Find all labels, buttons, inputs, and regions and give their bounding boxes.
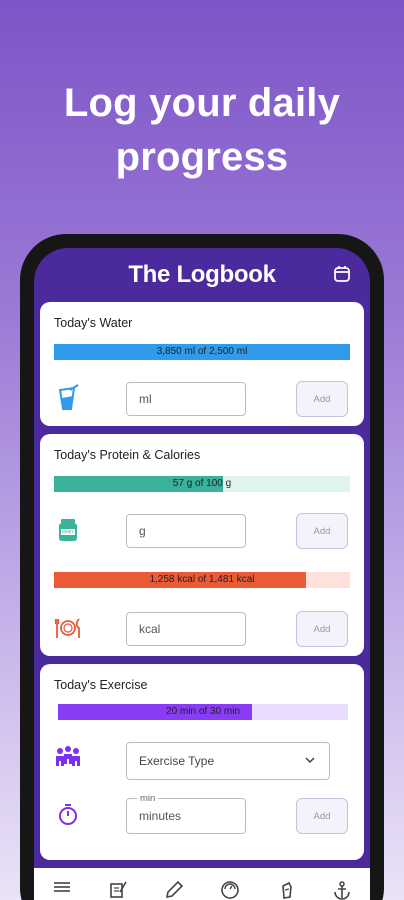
menu-icon — [54, 882, 70, 892]
headline-line-2: progress — [115, 135, 289, 179]
calories-input[interactable]: kcal — [126, 612, 246, 646]
stopwatch-icon — [59, 804, 77, 825]
calories-progress-label: 1,258 kcal of 1,481 kcal — [149, 574, 255, 585]
nav-anchor[interactable] — [328, 880, 356, 900]
water-add-button[interactable]: Add — [296, 381, 348, 417]
water-input-placeholder: ml — [139, 392, 152, 406]
water-card: Today's Water 3,850 ml of 2,500 ml ml Ad… — [40, 302, 364, 426]
water-progress-bar: 3,850 ml of 2,500 ml — [54, 344, 350, 360]
exercise-progress-label: 20 min of 30 min — [166, 706, 240, 717]
app-screen: The Logbook Today's Water 3,850 ml of 2,… — [34, 248, 370, 900]
protein-add-button[interactable]: Add — [296, 513, 348, 549]
exercise-type-select[interactable]: Exercise Type — [126, 742, 330, 780]
water-progress-label: 3,850 ml of 2,500 ml — [156, 346, 248, 357]
phone-frame: The Logbook Today's Water 3,850 ml of 2,… — [20, 234, 384, 900]
exercise-duration-input[interactable]: min minutes — [126, 793, 246, 834]
protein-input-placeholder: g — [139, 524, 146, 538]
protein-calories-title: Today's Protein & Calories — [54, 448, 201, 462]
scale-icon — [221, 881, 239, 899]
headline: Log your daily progress — [0, 76, 404, 184]
anchor-icon — [334, 881, 350, 900]
water-title: Today's Water — [54, 316, 133, 330]
bottle-icon — [282, 881, 292, 899]
exercise-duration-label: min — [137, 793, 159, 804]
chevron-down-icon — [305, 757, 315, 764]
exercise-duration-placeholder: minutes — [139, 809, 182, 823]
exercise-add-button[interactable]: Add — [296, 798, 348, 834]
calories-progress-bar: 1,258 kcal of 1,481 kcal — [54, 572, 350, 588]
nav-bottle[interactable] — [272, 880, 300, 900]
pencil-icon — [165, 880, 184, 899]
protein-jar-icon: WHEY — [59, 519, 77, 541]
calendar-icon[interactable] — [332, 264, 352, 284]
nav-journal[interactable] — [104, 880, 132, 900]
app-bar: The Logbook — [34, 248, 370, 302]
exercise-card: Today's Exercise 20 min of 30 min Exerci… — [40, 664, 364, 860]
water-glass-icon — [58, 384, 79, 410]
svg-text:WHEY: WHEY — [62, 530, 74, 535]
bottom-nav — [34, 868, 370, 900]
exercise-title: Today's Exercise — [54, 678, 148, 692]
protein-progress-label: 57 g of 100 g — [172, 478, 232, 489]
protein-calories-card: Today's Protein & Calories 57 g of 100 g… — [40, 434, 364, 656]
nav-menu[interactable] — [48, 880, 76, 900]
app-title: The Logbook — [128, 261, 276, 288]
calories-input-placeholder: kcal — [139, 622, 161, 636]
journal-icon — [110, 881, 127, 898]
group-exercise-icon — [56, 746, 80, 766]
nav-weight[interactable] — [216, 880, 244, 900]
water-input[interactable]: ml — [126, 382, 246, 416]
protein-progress-bar: 57 g of 100 g — [54, 476, 350, 492]
calories-add-button[interactable]: Add — [296, 611, 348, 647]
protein-input[interactable]: g — [126, 514, 246, 548]
exercise-progress-bar: 20 min of 30 min — [58, 704, 348, 720]
exercise-type-placeholder: Exercise Type — [139, 754, 215, 768]
plate-cutlery-icon — [54, 618, 80, 638]
nav-edit[interactable] — [160, 880, 188, 900]
headline-line-1: Log your daily — [63, 81, 341, 125]
